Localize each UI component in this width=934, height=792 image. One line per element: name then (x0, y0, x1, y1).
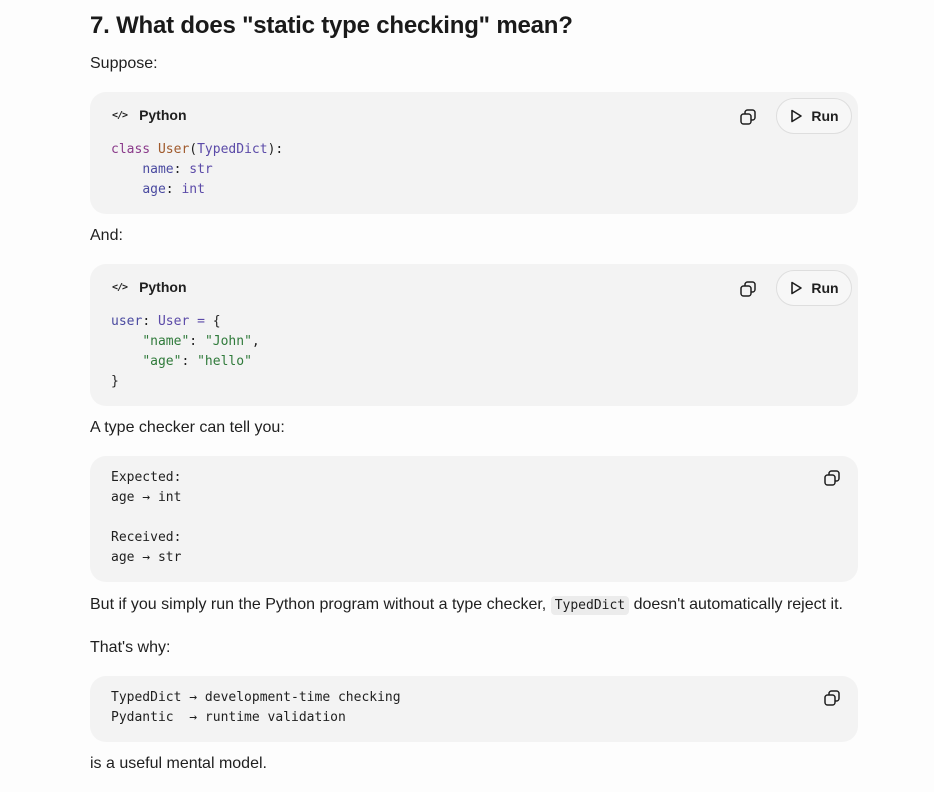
paragraph-thats-why: That's why: (90, 639, 171, 656)
code-content: user: User = { "name": "John", "age": "h… (111, 314, 260, 389)
inline-code: TypedDict (550, 596, 630, 615)
code-block-4: TypedDict → development-time checking Py… (90, 676, 858, 742)
copy-button[interactable] (736, 277, 760, 301)
code-block-header: </> Python (112, 279, 187, 295)
code-content: class User(TypedDict): name: str age: in… (111, 142, 284, 197)
play-icon (791, 281, 803, 295)
paragraph-text: doesn't automatically reject it. (633, 596, 843, 613)
run-button-label: Run (811, 108, 839, 124)
code-content: TypedDict → development-time checking Py… (111, 690, 401, 725)
run-button-label: Run (811, 280, 839, 296)
copy-icon (740, 109, 756, 125)
run-button[interactable]: Run (776, 270, 852, 306)
paragraph-text: But if you simply run the Python program… (90, 596, 547, 613)
copy-icon (824, 470, 840, 486)
copy-icon (740, 281, 756, 297)
copy-button[interactable] (820, 686, 844, 710)
paragraph-type-checker: A type checker can tell you: (90, 419, 285, 436)
page-title: 7. What does "static type checking" mean… (90, 12, 573, 39)
paragraph-mental-model: is a useful mental model. (90, 755, 267, 772)
code-language-label: Python (139, 279, 187, 295)
code-block-2: </> Python Run user: User = { "name": "J… (90, 264, 858, 406)
copy-icon (824, 690, 840, 706)
paragraph-and: And: (90, 227, 123, 244)
run-button[interactable]: Run (776, 98, 852, 134)
copy-button[interactable] (736, 105, 760, 129)
paragraph-suppose: Suppose: (90, 55, 158, 72)
code-content: Expected: age → int Received: age → str (111, 470, 182, 565)
code-block-1: </> Python Run class User(TypedDict): na… (90, 92, 858, 214)
play-icon (791, 109, 803, 123)
copy-button[interactable] (820, 466, 844, 490)
code-block-header: </> Python (112, 107, 187, 123)
code-icon: </> (112, 109, 128, 121)
paragraph-but: But if you simply run the Python program… (90, 594, 843, 617)
code-language-label: Python (139, 107, 187, 123)
code-icon: </> (112, 281, 128, 293)
code-block-3: Expected: age → int Received: age → str (90, 456, 858, 582)
